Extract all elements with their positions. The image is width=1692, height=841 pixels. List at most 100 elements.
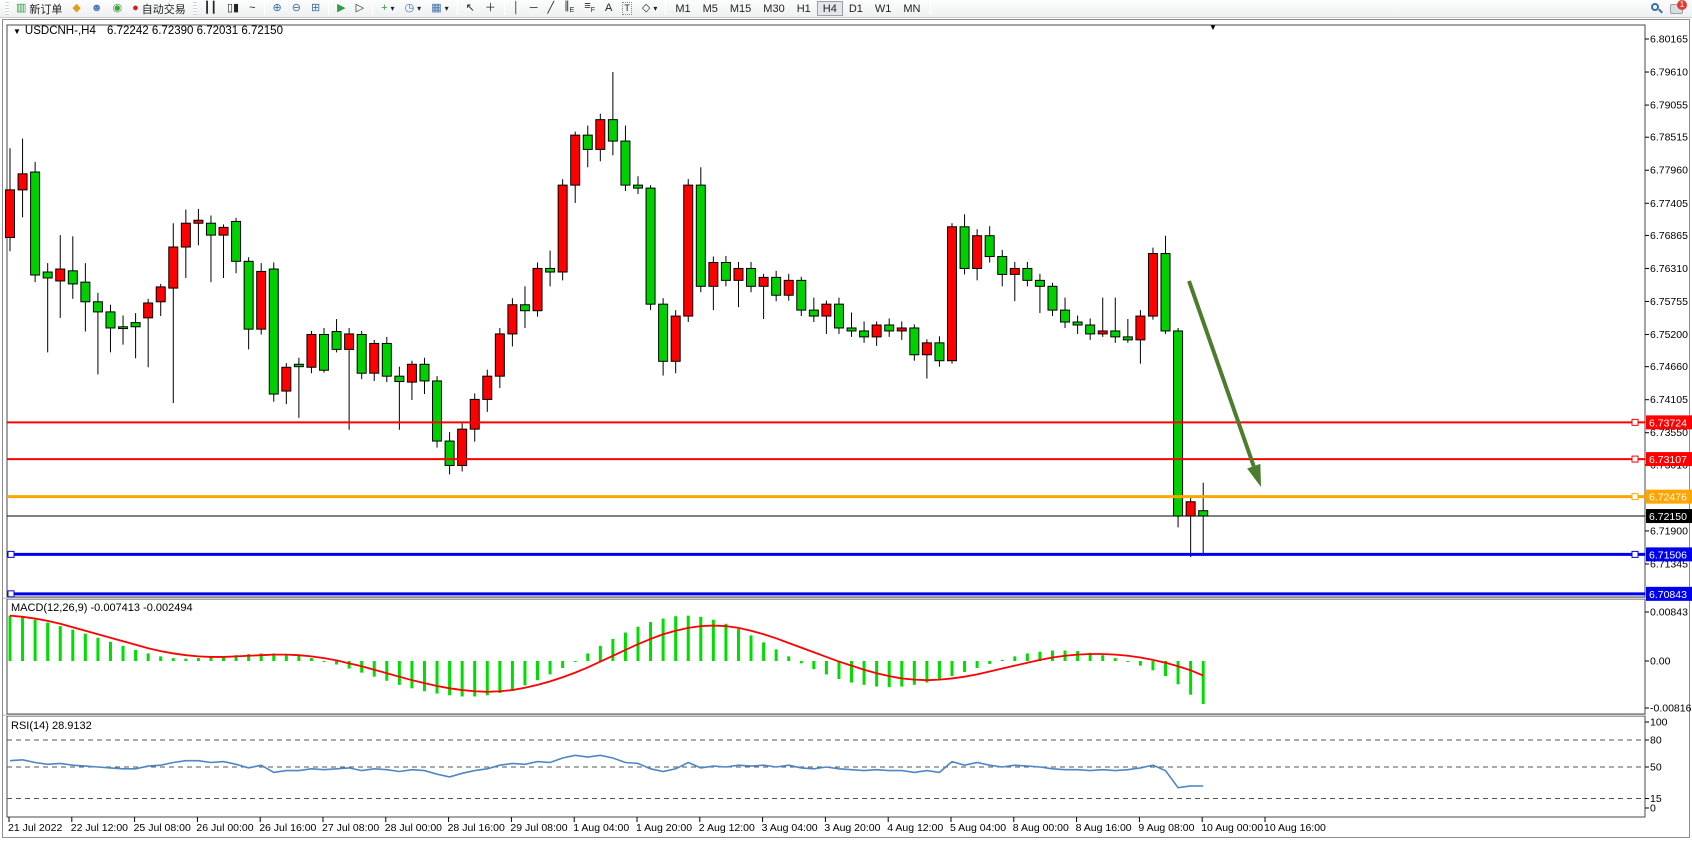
candle-body[interactable] — [382, 343, 391, 376]
candle-body[interactable] — [1035, 280, 1044, 286]
candle-body[interactable] — [1111, 331, 1120, 337]
candle-body[interactable] — [747, 268, 756, 286]
candle-body[interactable] — [948, 227, 957, 361]
candle-body[interactable] — [18, 174, 27, 190]
candle-body[interactable] — [721, 262, 730, 280]
candle-body[interactable] — [81, 282, 90, 302]
candle-body[interactable] — [357, 335, 366, 374]
collapse-triangle-icon[interactable]: ▼ — [13, 27, 21, 36]
candle-body[interactable] — [985, 236, 994, 257]
candle-body[interactable] — [6, 190, 15, 238]
candle-body[interactable] — [759, 277, 768, 286]
candle-body[interactable] — [546, 268, 555, 272]
candle-body[interactable] — [935, 343, 944, 361]
candle-body[interactable] — [797, 280, 806, 310]
candle-body[interactable] — [470, 399, 479, 429]
candle-body[interactable] — [998, 257, 1007, 275]
candle-body[interactable] — [106, 312, 115, 328]
candle-body[interactable] — [219, 227, 228, 235]
candle-body[interactable] — [834, 304, 843, 328]
candle-body[interactable] — [822, 304, 831, 316]
candle-body[interactable] — [93, 302, 102, 312]
candle-body[interactable] — [31, 172, 40, 275]
candle-body[interactable] — [332, 332, 341, 350]
candle-body[interactable] — [407, 364, 416, 382]
candle-body[interactable] — [1061, 310, 1070, 322]
candle-body[interactable] — [1086, 325, 1095, 334]
candle-body[interactable] — [1123, 337, 1132, 340]
candle-body[interactable] — [1174, 331, 1183, 516]
candle-body[interactable] — [156, 287, 165, 302]
candle-body[interactable] — [294, 364, 303, 366]
candle-body[interactable] — [43, 272, 52, 278]
candle-body[interactable] — [232, 221, 241, 261]
candle-body[interactable] — [433, 381, 442, 441]
candle-body[interactable] — [634, 185, 643, 188]
candle-body[interactable] — [596, 120, 605, 150]
candle-body[interactable] — [621, 141, 630, 185]
candle-body[interactable] — [1199, 511, 1208, 516]
candle-body[interactable] — [1148, 254, 1157, 316]
candle-body[interactable] — [784, 280, 793, 295]
candle-body[interactable] — [684, 185, 693, 316]
candle-body[interactable] — [1073, 322, 1082, 325]
candle-body[interactable] — [709, 262, 718, 286]
candle-body[interactable] — [772, 277, 781, 295]
candle-body[interactable] — [244, 261, 253, 329]
candle-body[interactable] — [696, 185, 705, 286]
candle-body[interactable] — [520, 305, 529, 311]
candle-body[interactable] — [809, 310, 818, 316]
candle-body[interactable] — [206, 223, 215, 235]
candle-body[interactable] — [973, 236, 982, 269]
trend-arrow-shaft[interactable] — [1189, 281, 1254, 466]
candle-body[interactable] — [533, 268, 542, 310]
candle-body[interactable] — [910, 328, 919, 355]
candle-body[interactable] — [1023, 268, 1032, 280]
candle-body[interactable] — [1186, 502, 1195, 516]
candle-body[interactable] — [960, 227, 969, 269]
candle-body[interactable] — [608, 120, 617, 141]
candle-body[interactable] — [445, 441, 454, 465]
candle-body[interactable] — [370, 343, 379, 373]
trend-arrow-head[interactable] — [1247, 464, 1261, 487]
candle-body[interactable] — [897, 328, 906, 331]
candle-body[interactable] — [872, 325, 881, 337]
candle-body[interactable] — [659, 304, 668, 361]
chart-shift-marker[interactable]: ▼ — [1209, 23, 1217, 32]
candle-body[interactable] — [181, 223, 190, 247]
candle-body[interactable] — [131, 323, 140, 327]
candle-body[interactable] — [345, 334, 354, 349]
chart-canvas[interactable]: 6.801656.796106.790556.785156.779606.774… — [0, 0, 1692, 841]
candle-body[interactable] — [395, 376, 404, 381]
candle-body[interactable] — [56, 269, 65, 281]
candle-body[interactable] — [269, 269, 278, 394]
candle-body[interactable] — [68, 271, 77, 284]
candle-body[interactable] — [1136, 316, 1145, 340]
candle-body[interactable] — [860, 331, 869, 337]
candle-body[interactable] — [420, 364, 429, 381]
candle-body[interactable] — [571, 135, 580, 185]
candle-body[interactable] — [194, 220, 203, 223]
candle-body[interactable] — [1098, 331, 1107, 334]
candle-body[interactable] — [646, 188, 655, 304]
candle-body[interactable] — [1161, 254, 1170, 331]
candle-body[interactable] — [119, 327, 128, 329]
candle-body[interactable] — [885, 325, 894, 331]
candle-body[interactable] — [1048, 286, 1057, 310]
candle-body[interactable] — [257, 271, 266, 329]
candle-body[interactable] — [508, 305, 517, 334]
candle-body[interactable] — [144, 303, 153, 318]
candle-body[interactable] — [734, 268, 743, 280]
candle-body[interactable] — [1010, 268, 1019, 274]
candle-body[interactable] — [922, 343, 931, 355]
candle-body[interactable] — [483, 376, 492, 399]
candle-body[interactable] — [558, 185, 567, 272]
candle-body[interactable] — [320, 335, 329, 371]
candle-body[interactable] — [583, 135, 592, 149]
candle-body[interactable] — [169, 247, 178, 288]
candle-body[interactable] — [495, 334, 504, 376]
candle-body[interactable] — [307, 335, 316, 368]
candle-body[interactable] — [282, 367, 291, 391]
candle-body[interactable] — [671, 316, 680, 361]
candle-body[interactable] — [847, 328, 856, 331]
